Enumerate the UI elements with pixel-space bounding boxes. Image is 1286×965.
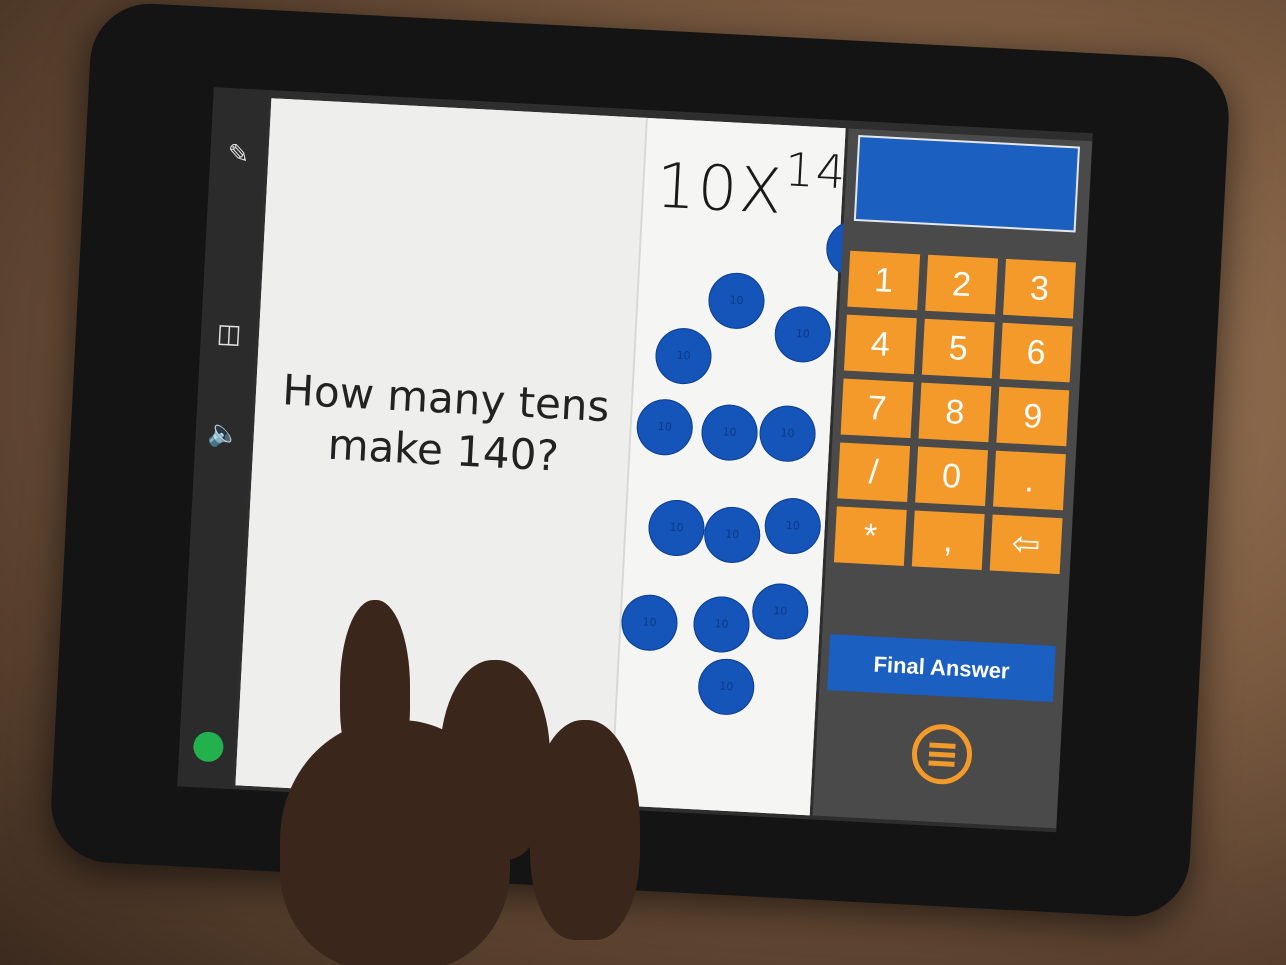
keypad-key[interactable]: *	[833, 506, 907, 566]
handwritten-text: 10X	[654, 148, 786, 229]
keypad-key[interactable]: 4	[843, 314, 917, 375]
ten-chips-group: 1010101010101010101010101010	[620, 118, 884, 717]
ten-chip[interactable]: 10	[647, 498, 706, 558]
ten-chip[interactable]: 10	[707, 271, 766, 331]
keypad-key[interactable]: 1	[847, 250, 921, 311]
keypad-key[interactable]: 8	[918, 382, 992, 443]
ten-chip[interactable]: 10	[696, 657, 756, 717]
keypad-key[interactable]: ⇦	[989, 514, 1063, 575]
handwritten-note: 10X14	[654, 142, 849, 232]
menu-icon	[928, 760, 955, 767]
child-hand	[240, 600, 660, 965]
answer-panel: 1 2 3 4 5 6 7 8 9 /0. *, ⇦ Final Answer	[812, 128, 1093, 829]
speaker-icon[interactable]: 🔈	[205, 415, 243, 453]
layout-icon[interactable]: ◫	[210, 315, 248, 353]
ten-chip[interactable]: 10	[750, 582, 810, 641]
photo-background: ✎ ◫ 🔈 How many tens make 140? 10X14 10 10…	[0, 0, 1286, 965]
handwritten-superscript: 14	[783, 142, 849, 200]
answer-display[interactable]	[853, 134, 1081, 233]
menu-icon	[929, 742, 956, 749]
ten-chip[interactable]: 10	[702, 505, 762, 565]
keypad-key[interactable]: 3	[1003, 258, 1076, 319]
keypad-key[interactable]: 6	[999, 322, 1073, 383]
final-answer-button[interactable]: Final Answer	[827, 634, 1056, 702]
keypad-key[interactable]: ,	[911, 510, 985, 571]
ten-chip[interactable]: 10	[758, 404, 818, 464]
keypad-key[interactable]: 0	[915, 446, 988, 507]
keypad-key[interactable]: 5	[921, 318, 995, 379]
ten-chip[interactable]: 10	[763, 496, 823, 556]
keypad-key[interactable]: 9	[996, 386, 1070, 447]
question-text: How many tens make 140?	[262, 363, 627, 486]
ten-chip[interactable]: 10	[773, 304, 833, 364]
ten-chip[interactable]: 10	[654, 326, 713, 386]
pencil-icon[interactable]: ✎	[220, 136, 258, 174]
keypad-key[interactable]: 7	[840, 378, 914, 439]
ten-chip[interactable]: 10	[635, 397, 695, 457]
number-keypad: 1 2 3 4 5 6 7 8 9 /0. *, ⇦	[833, 250, 1076, 575]
ten-chip[interactable]: 10	[700, 403, 759, 463]
keypad-key[interactable]: .	[993, 450, 1066, 511]
menu-button[interactable]	[910, 722, 974, 786]
keypad-key[interactable]: 2	[925, 254, 999, 315]
menu-icon	[928, 751, 956, 758]
keypad-key[interactable]: /	[837, 442, 911, 503]
status-indicator	[192, 731, 225, 763]
ten-chip[interactable]: 10	[692, 595, 751, 654]
